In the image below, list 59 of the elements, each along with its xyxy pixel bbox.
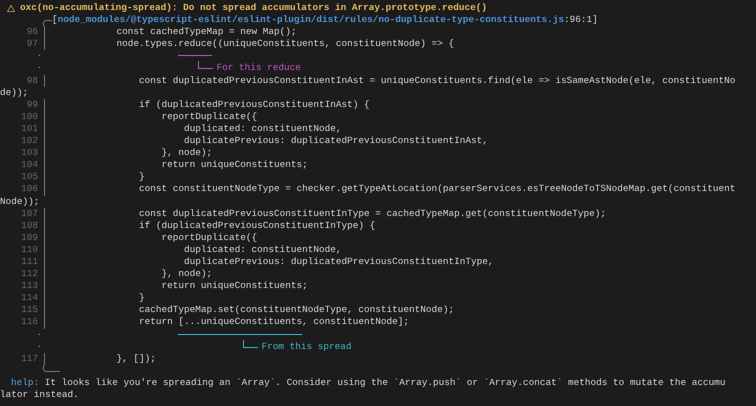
line-number: 110 [20, 244, 38, 256]
code-line: cachedTypeMap.set(constituentNodeType, constituentNode); [138, 304, 454, 316]
code-line: } [138, 292, 145, 304]
code-line: }, node); [160, 147, 212, 160]
file-path[interactable]: [node_modules/@typescript-eslint/eslint-plugin/dist/rules/no-duplicate-type-constituents.js:96:1] [52, 14, 598, 26]
line-number: 105 [20, 171, 38, 184]
line-number: 96 [26, 26, 38, 38]
line-number: 104 [20, 159, 38, 172]
annotation-label: For this reduce [216, 62, 301, 75]
code-line: const cachedTypeMap = new Map(); [116, 26, 297, 38]
code-line: return [...uniqueConstituents, constituentNode]; [138, 316, 410, 329]
line-number: 108 [20, 220, 38, 232]
wrapped-line: de)); [0, 86, 28, 99]
code-line: reportDuplicate({ [160, 110, 258, 123]
line-number: 112 [20, 268, 38, 280]
line-number: 99 [26, 98, 38, 111]
annotation-label: From this spread [262, 340, 352, 353]
code-line: } [138, 171, 145, 184]
code-line: return uniqueConstituents; [160, 280, 308, 292]
code-line: reportDuplicate({ [160, 232, 258, 244]
gutter-dot: · [36, 340, 42, 353]
line-number: 103 [20, 147, 38, 160]
gutter-dot: · [36, 328, 42, 341]
line-number: 107 [20, 208, 38, 220]
code-line: }, node); [160, 268, 212, 280]
code-line: duplicatePrevious: duplicatedPreviousConstituentInType, [183, 256, 494, 268]
code-line: }, []); [116, 352, 156, 365]
line-number: 109 [20, 232, 38, 244]
code-line: const duplicatedPreviousConstituentInType = cachedTypeMap.get(constituentNodeType); [138, 208, 606, 220]
gutter-dot: · [36, 50, 42, 62]
wrapped-line: lator instead. [0, 389, 79, 402]
code-line: const constituentNodeType = checker.getTypeAtLocation(parserServices.esTreeNodeToTSNodeMap.get(constituent [138, 183, 736, 196]
line-number: 101 [20, 122, 38, 136]
help-message: help: It looks like you're spreading an `Array`. Consider using the `Array.push` or `Array.concat` methods to mutate the accumu [10, 376, 726, 389]
line-number: 114 [20, 292, 38, 304]
line-number: 113 [20, 280, 38, 292]
leader-line [243, 340, 258, 348]
leader-line [198, 61, 214, 70]
code-line: const duplicatedPreviousConstituentInAst = uniqueConstituents.find(ele => isSameAstNode(ele, constituentNo [138, 74, 736, 87]
wrapped-line: Node)); [0, 196, 40, 208]
diagnostic-title: oxc(no-accumulating-spread): Do not spread accumulators in Array.prototype.reduce() [20, 2, 487, 14]
line-number: 116 [20, 316, 38, 329]
code-line: if (duplicatedPreviousConstituentInAst) { [138, 98, 370, 111]
code-line: duplicatePrevious: duplicatedPreviousConstituentInAst, [183, 135, 488, 148]
warning-icon [7, 4, 15, 12]
line-number: 98 [26, 74, 38, 87]
line-number: 102 [20, 135, 38, 148]
code-line: node.types.reduce((uniqueConstituents, constituentNode) => { [116, 38, 454, 50]
code-line: return uniqueConstituents; [160, 159, 308, 172]
line-number: 117 [20, 352, 38, 365]
gutter-dot: · [36, 62, 42, 75]
line-number: 106 [20, 183, 38, 196]
line-number: 115 [20, 304, 38, 316]
code-line: duplicated: constituentNode, [183, 122, 342, 136]
code-line: if (duplicatedPreviousConstituentInType) { [138, 220, 376, 232]
code-line: duplicated: constituentNode, [183, 244, 342, 256]
line-number: 97 [26, 38, 38, 50]
line-number: 100 [20, 110, 38, 123]
line-number: 111 [20, 256, 38, 268]
